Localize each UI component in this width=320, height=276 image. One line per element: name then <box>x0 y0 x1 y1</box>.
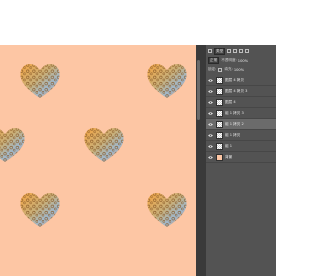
document-canvas[interactable] <box>0 45 196 276</box>
layer-thumbnail <box>216 109 223 117</box>
heart-graphic <box>146 63 188 99</box>
layer-thumbnail <box>216 131 223 139</box>
layer-name: 背景 <box>225 154 233 159</box>
layer-thumbnail <box>216 76 223 84</box>
eye-icon[interactable] <box>208 133 213 138</box>
layer-thumbnail <box>216 142 223 150</box>
heart-graphic <box>19 192 61 228</box>
eye-icon[interactable] <box>208 89 213 94</box>
layer-row[interactable]: 图层 4 拷贝 <box>206 75 276 86</box>
eye-icon[interactable] <box>208 155 213 160</box>
lock-label: 锁定: <box>208 67 217 71</box>
layer-row[interactable]: 图层 4 拷贝 3 <box>206 86 276 97</box>
layer-name: 图层 4 拷贝 <box>225 77 244 82</box>
layer-thumbnail <box>216 98 223 106</box>
eye-icon[interactable] <box>208 122 213 127</box>
lock-row: 锁定: 填充: 100% <box>206 66 276 73</box>
heart-graphic <box>83 127 125 163</box>
layer-name: 组 1 <box>225 143 233 148</box>
layer-thumbnail <box>216 87 223 95</box>
layer-thumbnail <box>216 153 223 161</box>
layer-row-background[interactable]: 背景 <box>206 152 276 163</box>
layer-name: 组 1 拷贝 3 <box>225 110 244 115</box>
layer-row[interactable]: 组 1 拷贝 <box>206 130 276 141</box>
eye-icon[interactable] <box>208 78 213 83</box>
filter-kind-dropdown[interactable]: 类型 <box>214 47 226 55</box>
opacity-value[interactable]: 100% <box>238 59 248 63</box>
layer-row-selected[interactable]: 组 1 拷贝 2 <box>206 119 276 130</box>
heart-graphic <box>19 63 61 99</box>
layer-name: 组 1 拷贝 <box>225 132 241 137</box>
photoshop-window: 类型 正常 不透明度: 100% 锁定: 填充: 100% 图层 4 拷贝 图层… <box>0 0 276 276</box>
layer-name: 图层 4 <box>225 99 236 104</box>
layers-panel: 类型 正常 不透明度: 100% 锁定: 填充: 100% 图层 4 拷贝 图层… <box>206 45 276 276</box>
layer-filter-row: 类型 <box>206 47 276 55</box>
layer-name: 图层 4 拷贝 3 <box>225 88 248 93</box>
canvas-scrollbar[interactable] <box>197 60 200 120</box>
eye-icon[interactable] <box>208 144 213 149</box>
layer-row[interactable]: 图层 4 <box>206 97 276 108</box>
heart-graphic <box>0 127 26 163</box>
eye-icon[interactable] <box>208 100 213 105</box>
layer-name: 组 1 拷贝 2 <box>225 121 244 126</box>
adjustment-filter-icon[interactable] <box>233 49 238 53</box>
type-filter-icon[interactable] <box>239 49 244 53</box>
eye-icon[interactable] <box>208 111 213 116</box>
opacity-label: 不透明度: <box>221 58 237 62</box>
layer-thumbnail <box>216 120 223 128</box>
fill-label: 填充: <box>224 67 233 71</box>
blend-row: 正常 不透明度: 100% <box>206 57 276 64</box>
pixel-filter-icon[interactable] <box>227 49 232 53</box>
shape-filter-icon[interactable] <box>245 49 250 53</box>
layer-row[interactable]: 组 1 拷贝 3 <box>206 108 276 119</box>
layer-filter-icon[interactable] <box>208 49 212 53</box>
fill-value[interactable]: 100% <box>234 68 244 72</box>
layer-row[interactable]: 组 1 <box>206 141 276 152</box>
blend-mode-dropdown[interactable]: 正常 <box>208 57 220 64</box>
heart-graphic <box>146 192 188 228</box>
lock-icon[interactable] <box>218 67 223 72</box>
